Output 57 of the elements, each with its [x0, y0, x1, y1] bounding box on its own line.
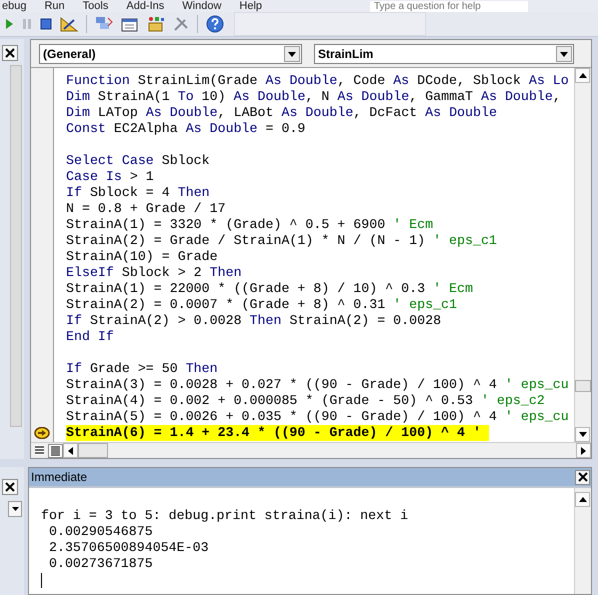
code-line: StrainA(1) = 22000 * ((Grade + 8) / 10) ^ 0.3 ' Ecm — [66, 281, 473, 297]
object-browser-icon[interactable] — [147, 16, 165, 32]
code-line: StrainA(5) = 0.0026 + 0.035 * ((90 - Grade) / 100) ^ 4 ' eps_cu — [66, 409, 569, 425]
code-line: Dim StrainA(1 To 10) As Double, N As Double, GammaT As Double, — [66, 89, 561, 105]
code-line: StrainA(2) = Grade / StrainA(1) * N / (N - 1) ' eps_c1 — [66, 233, 497, 249]
full-module-view-icon[interactable] — [48, 444, 63, 458]
code-line: Dim LATop As Double, LABot As Double, DcFact As Double — [66, 105, 497, 121]
code-line: Const EC2Alpha As Double = 0.9 — [66, 121, 306, 137]
vertical-scrollbar[interactable] — [574, 488, 591, 594]
project-explorer-icon[interactable] — [95, 16, 113, 32]
code-line: ElseIf Sblock > 2 Then — [66, 265, 242, 281]
scrollbar[interactable] — [10, 65, 22, 427]
help-search-field[interactable]: Type a question for help — [370, 0, 528, 12]
menu-item[interactable]: Tools — [82, 0, 108, 12]
output-line: 2.35706500894054E-03 — [48, 540, 209, 555]
code-line: If Sblock = 4 Then — [66, 185, 210, 201]
scroll-up-icon[interactable] — [575, 68, 590, 83]
design-mode-icon[interactable] — [60, 16, 78, 32]
output-line: 0.00290546875 — [48, 524, 153, 539]
menu-item[interactable]: Run — [44, 0, 65, 12]
code-line: If StrainA(2) > 0.0028 Then StrainA(2) = 0.0028 — [66, 313, 442, 329]
scroll-up-icon[interactable] — [575, 492, 590, 507]
close-button[interactable] — [2, 479, 18, 495]
object-dropdown[interactable]: (General) — [39, 44, 302, 64]
text-cursor — [41, 573, 42, 588]
menu-item[interactable]: Window — [182, 0, 222, 12]
menu-item[interactable]: ebug — [2, 0, 26, 12]
scroll-down-icon[interactable] — [575, 427, 590, 442]
properties-icon[interactable] — [121, 16, 139, 32]
code-line: StrainA(10) = Grade — [66, 249, 218, 265]
code-line: StrainA(1) = 3320 * (Grade) ^ 0.5 + 6900 ' Ecm — [66, 217, 434, 233]
code-line: Select Case Sblock — [66, 153, 210, 169]
code-line: StrainA(3) = 0.0028 + 0.027 * ((90 - Grade) / 100) ^ 4 ' eps_cu — [66, 377, 569, 393]
scroll-right-icon[interactable] — [576, 443, 591, 458]
stop-icon[interactable] — [40, 18, 52, 30]
run-icon[interactable] — [4, 18, 14, 30]
help-icon[interactable] — [206, 15, 224, 33]
code-line: StrainA(4) = 0.002 + 0.000085 * (Grade - 50) ^ 0.53 ' eps_c2 — [66, 393, 545, 409]
vertical-scrollbar[interactable] — [574, 68, 591, 442]
code-line: End If — [66, 329, 114, 345]
code-line: If Grade >= 50 Then — [66, 361, 218, 377]
scroll-thumb[interactable] — [575, 380, 591, 392]
code-line: N = 0.8 + Grade / 17 — [66, 201, 226, 217]
scroll-left-icon[interactable] — [63, 443, 78, 458]
code-line: Function StrainLim(Grade As Double, Code As DCode, Sblock As Lo — [66, 73, 569, 89]
menu-item[interactable]: Add-Ins — [126, 0, 164, 12]
code-line: StrainA(2) = 0.0007 * (Grade + 8) ^ 0.31 ' eps_c1 — [66, 297, 458, 313]
output-line: 0.00273671875 — [48, 556, 153, 571]
procedure-dropdown[interactable]: StrainLim — [314, 44, 574, 64]
menu-item[interactable]: Help — [239, 0, 262, 12]
horizontal-scrollbar[interactable] — [63, 443, 591, 458]
close-button[interactable] — [575, 470, 590, 484]
close-button[interactable] — [2, 45, 18, 61]
output-line: for i = 3 to 5: debug.print straina(i): next i — [41, 508, 408, 523]
window-title: Immediate — [31, 470, 88, 484]
code-line: Case Is > 1 — [66, 169, 154, 185]
scroll-thumb[interactable] — [78, 443, 108, 458]
